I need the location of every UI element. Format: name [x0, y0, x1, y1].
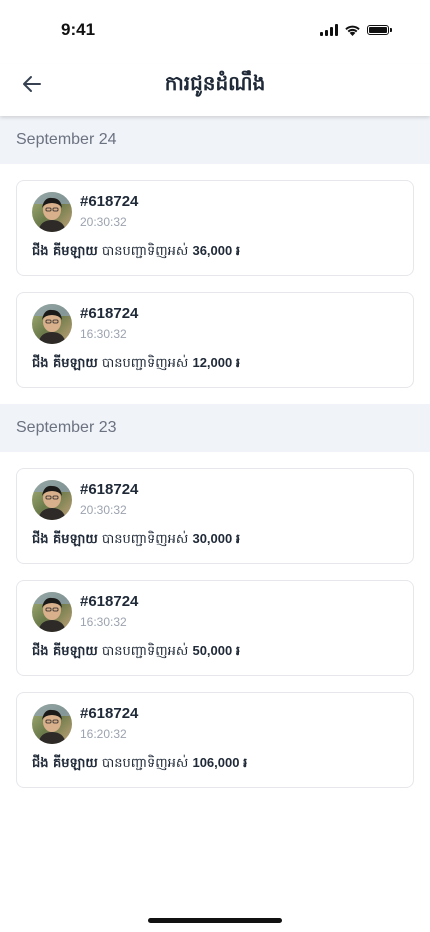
order-id: #618724	[80, 593, 139, 610]
wifi-icon	[345, 25, 360, 36]
order-time: 20:30:32	[80, 503, 127, 517]
order-time: 16:30:32	[80, 327, 127, 341]
action-text: បានបញ្ជាទិញអស់	[101, 644, 189, 659]
notification-message: ជីង គីមឡាយ បានបញ្ជាទិញអស់ 50,000 ៛	[32, 643, 240, 662]
customer-name: ជីង គីមឡាយ	[32, 244, 98, 259]
order-amount: 106,000 ៛	[192, 755, 248, 770]
app-header: ការជូនដំណឹង	[0, 64, 430, 116]
avatar	[32, 480, 72, 520]
order-id: #618724	[80, 305, 139, 322]
notification-message: ជីង គីមឡាយ បានបញ្ជាទិញអស់ 106,000 ៛	[32, 755, 247, 774]
customer-name: ជីង គីមឡាយ	[32, 644, 98, 659]
status-icons	[320, 24, 392, 36]
cellular-signal-icon	[320, 24, 338, 36]
action-text: បានបញ្ជាទិញអស់	[101, 244, 189, 259]
action-text: បានបញ្ជាទិញអស់	[101, 356, 189, 371]
notification-card[interactable]: #618724 16:30:32 ជីង គីមឡាយ បានបញ្ជាទិញអ…	[16, 580, 414, 676]
home-indicator[interactable]	[148, 918, 282, 923]
customer-name: ជីង គីមឡាយ	[32, 356, 98, 371]
order-amount: 50,000 ៛	[192, 643, 240, 658]
status-bar: 9:41	[0, 0, 430, 64]
avatar	[32, 192, 72, 232]
battery-icon	[367, 25, 392, 35]
status-time: 9:41	[61, 20, 96, 39]
customer-name: ជីង គីមឡាយ	[32, 532, 98, 547]
order-amount: 12,000 ៛	[192, 355, 240, 370]
avatar	[32, 592, 72, 632]
date-section-header: September 24	[0, 116, 430, 164]
notification-group: #618724 20:30:32 ជីង គីមឡាយ បានបញ្ជាទិញអ…	[0, 164, 430, 388]
order-time: 16:30:32	[80, 615, 127, 629]
action-text: បានបញ្ជាទិញអស់	[101, 532, 189, 547]
order-id: #618724	[80, 705, 139, 722]
order-time: 16:20:32	[80, 727, 127, 741]
notification-card[interactable]: #618724 20:30:32 ជីង គីមឡាយ បានបញ្ជាទិញអ…	[16, 180, 414, 276]
notification-message: ជីង គីមឡាយ បានបញ្ជាទិញអស់ 36,000 ៛	[32, 243, 240, 262]
notification-card[interactable]: #618724 20:30:32 ជីង គីមឡាយ បានបញ្ជាទិញអ…	[16, 468, 414, 564]
date-section-header: September 23	[0, 404, 430, 452]
notification-card[interactable]: #618724 16:20:32 ជីង គីមឡាយ បានបញ្ជាទិញអ…	[16, 692, 414, 788]
notification-group: #618724 20:30:32 ជីង គីមឡាយ បានបញ្ជាទិញអ…	[0, 452, 430, 788]
notification-message: ជីង គីមឡាយ បានបញ្ជាទិញអស់ 30,000 ៛	[32, 531, 240, 550]
notification-list[interactable]: September 24 #618724 20:30:32 ជីង គីមឡាយ…	[0, 116, 430, 804]
order-amount: 30,000 ៛	[192, 531, 240, 546]
order-id: #618724	[80, 193, 139, 210]
avatar	[32, 704, 72, 744]
page-title: ការជូនដំណឹង	[164, 71, 266, 95]
order-amount: 36,000 ៛	[192, 243, 240, 258]
notification-message: ជីង គីមឡាយ បានបញ្ជាទិញអស់ 12,000 ៛	[32, 355, 240, 374]
notification-card[interactable]: #618724 16:30:32 ជីង គីមឡាយ បានបញ្ជាទិញអ…	[16, 292, 414, 388]
avatar	[32, 304, 72, 344]
order-id: #618724	[80, 481, 139, 498]
order-time: 20:30:32	[80, 215, 127, 229]
customer-name: ជីង គីមឡាយ	[32, 756, 98, 771]
action-text: បានបញ្ជាទិញអស់	[101, 756, 189, 771]
